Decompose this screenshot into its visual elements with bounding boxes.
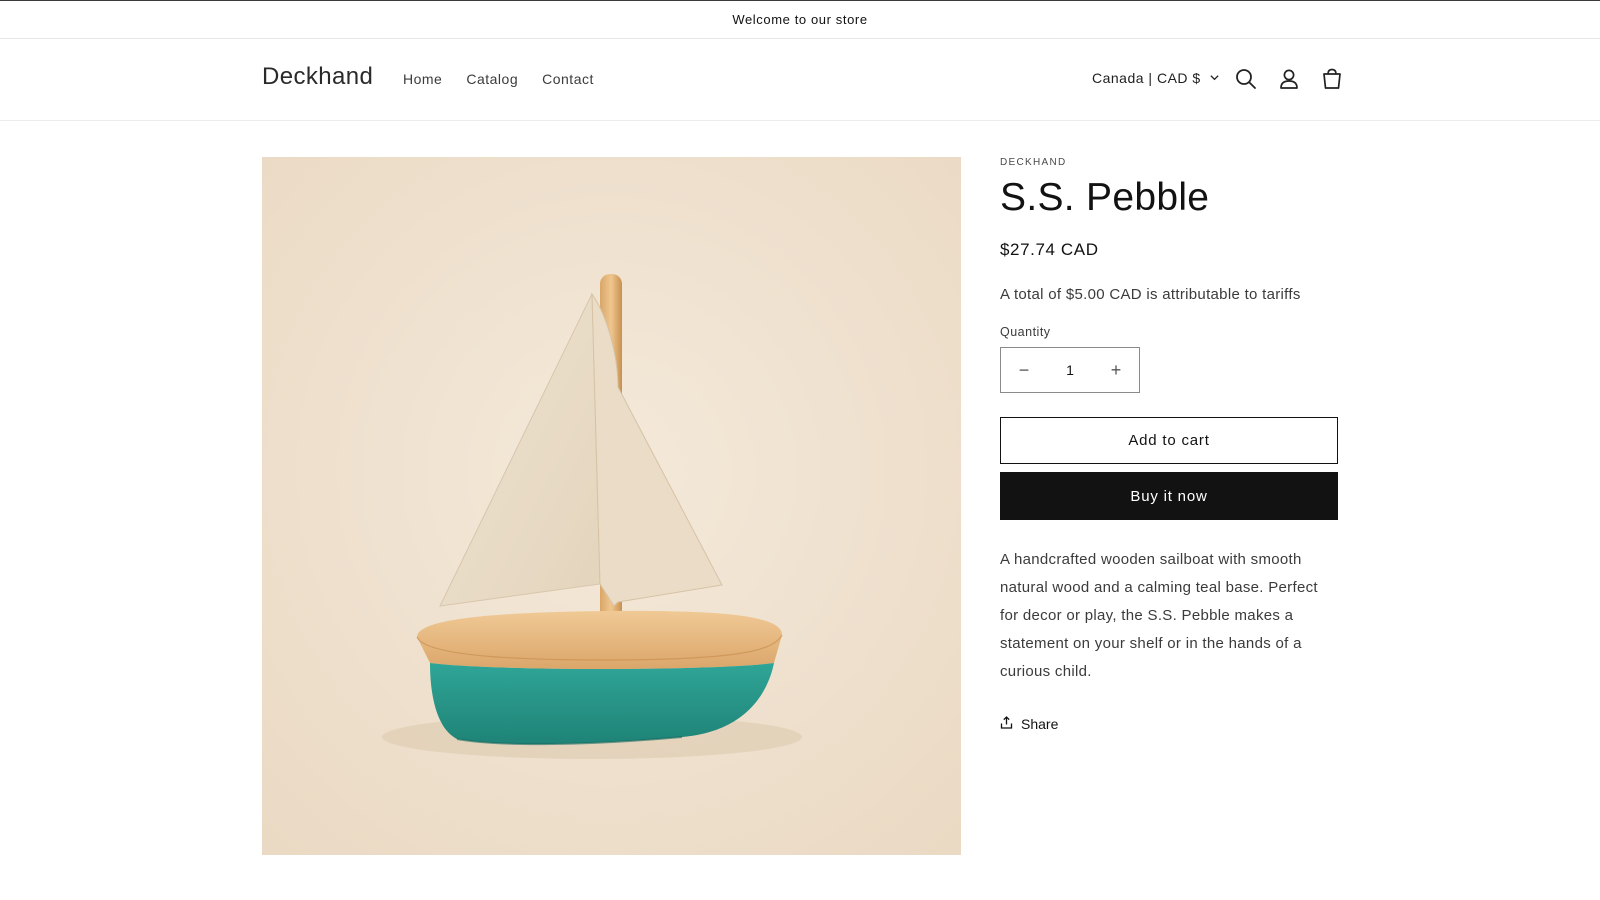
announcement-text: Welcome to our store bbox=[732, 12, 868, 27]
sailboat-illustration bbox=[262, 157, 961, 855]
nav-home[interactable]: Home bbox=[403, 71, 442, 87]
add-to-cart-button[interactable]: Add to cart bbox=[1000, 417, 1338, 464]
product-price: $27.74 CAD bbox=[1000, 240, 1099, 259]
quantity-decrease-button[interactable]: − bbox=[1001, 348, 1047, 392]
account-icon[interactable] bbox=[1276, 66, 1302, 92]
cart-icon[interactable] bbox=[1319, 66, 1345, 92]
nav-catalog[interactable]: Catalog bbox=[466, 71, 518, 87]
share-button[interactable]: Share bbox=[1000, 716, 1340, 732]
product-description: A handcrafted wooden sailboat with smoot… bbox=[1000, 551, 1318, 680]
search-icon[interactable] bbox=[1233, 66, 1259, 92]
nav-contact[interactable]: Contact bbox=[542, 71, 594, 87]
quantity-input[interactable] bbox=[1050, 362, 1090, 378]
share-label: Share bbox=[1021, 716, 1059, 732]
currency-selector[interactable]: Canada | CAD $ bbox=[1092, 70, 1220, 86]
tariff-note: A total of $5.00 CAD is attributable to … bbox=[1000, 286, 1301, 303]
main-nav: Home Catalog Contact bbox=[403, 71, 618, 87]
product-info: DECKHAND S.S. Pebble $27.74 CAD A total … bbox=[1000, 157, 1340, 732]
product-title: S.S. Pebble bbox=[1000, 176, 1210, 219]
buy-now-button[interactable]: Buy it now bbox=[1000, 472, 1338, 520]
currency-label: Canada | CAD $ bbox=[1092, 70, 1201, 86]
share-icon bbox=[1000, 716, 1013, 732]
quantity-stepper: − + bbox=[1000, 347, 1140, 393]
product-image[interactable] bbox=[262, 157, 961, 855]
product-vendor: DECKHAND bbox=[1000, 157, 1067, 168]
quantity-increase-button[interactable]: + bbox=[1093, 348, 1139, 392]
chevron-down-icon bbox=[1209, 70, 1220, 86]
store-logo[interactable]: Deckhand bbox=[262, 63, 373, 91]
announcement-bar: Welcome to our store bbox=[0, 0, 1600, 39]
quantity-label: Quantity bbox=[1000, 325, 1051, 339]
site-header: Deckhand Home Catalog Contact Canada | C… bbox=[0, 39, 1600, 121]
